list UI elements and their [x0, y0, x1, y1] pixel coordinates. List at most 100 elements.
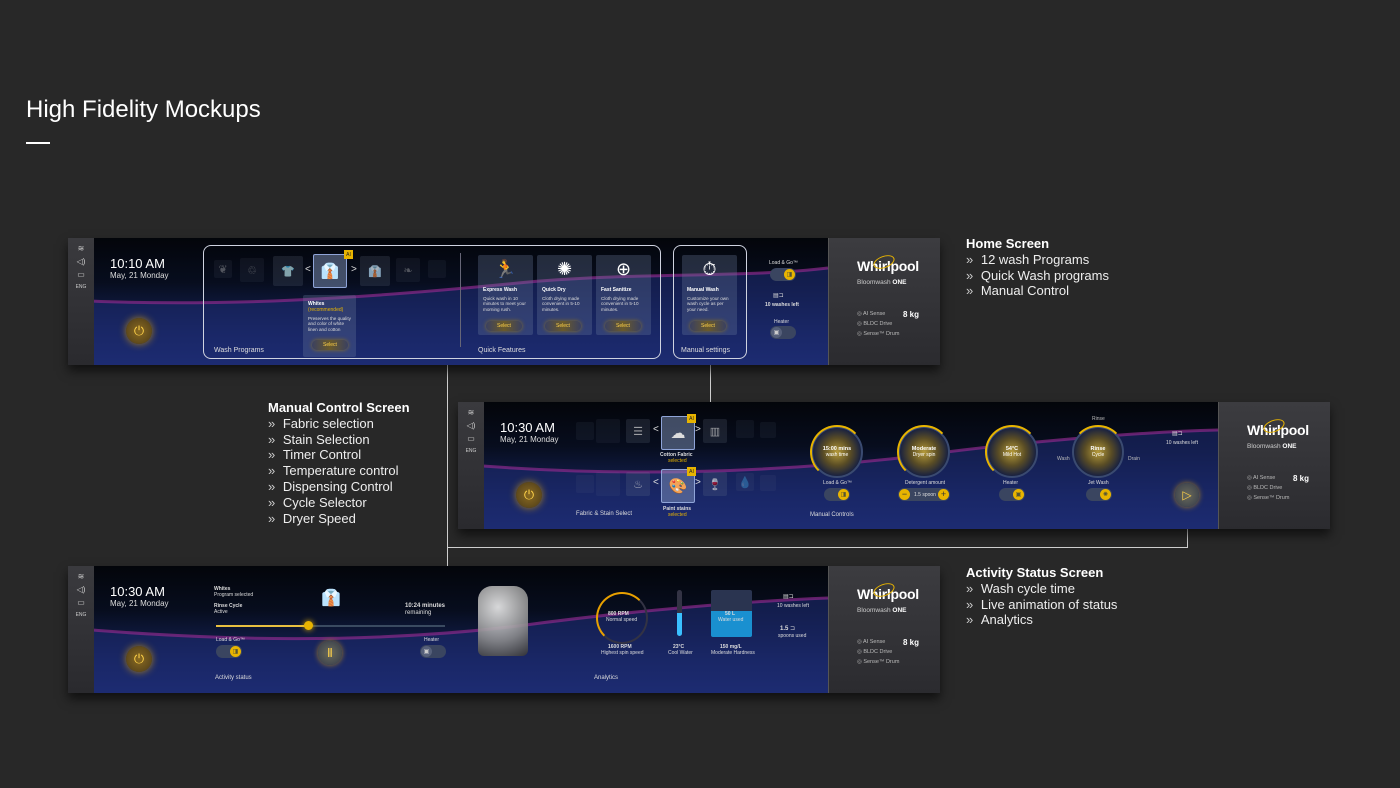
wash-programs-label: Wash Programs	[214, 347, 264, 354]
power-button[interactable]: ⏻	[126, 646, 152, 672]
power-button[interactable]: ⏻	[516, 482, 542, 508]
model-suffix: ONE	[892, 607, 907, 614]
language-label[interactable]: ENG	[466, 447, 477, 456]
thermometer-icon	[677, 590, 682, 636]
brand-panel: Whirlpool Bloomwash ONE ◎ AI Sense ◎ BLD…	[828, 238, 940, 365]
model-suffix: ONE	[892, 279, 907, 286]
chevron-left-icon[interactable]: <	[305, 264, 311, 275]
capacity: 8 kg	[903, 310, 920, 319]
heater-icon: ▣	[1013, 489, 1024, 500]
wifi-icon[interactable]: ≋	[78, 572, 85, 581]
chevron-left-icon[interactable]: <	[653, 477, 659, 488]
stain-tile[interactable]	[760, 475, 776, 491]
fabric-stain-label: Fabric & Stain Select	[576, 511, 633, 517]
note-item: Wash cycle time	[966, 581, 1117, 597]
remaining-sub: remaining	[405, 610, 432, 616]
wifi-icon[interactable]: ≋	[468, 408, 475, 417]
feature-drum: ◎ Sense™ Drum	[857, 659, 900, 665]
temperature-dial[interactable]: 54°C Mild Hot	[985, 425, 1039, 479]
volume-icon[interactable]: ◁)	[77, 257, 86, 266]
select-quick-dry-button[interactable]: Select	[545, 321, 581, 331]
washes-left: 10 washes left	[765, 302, 799, 308]
shirt-animation	[478, 586, 528, 656]
washes-left: 10 washes left	[1166, 440, 1198, 446]
stain-tile[interactable]	[576, 475, 594, 493]
select-manual-wash-button[interactable]: Select	[690, 321, 726, 331]
clock: 10:30 AM	[110, 584, 165, 599]
chevron-right-icon[interactable]: >	[695, 477, 701, 488]
capacity: 8 kg	[903, 638, 920, 647]
heater-toggle[interactable]: ▣	[420, 645, 446, 658]
heater-icon: ▣	[421, 646, 432, 657]
chevron-right-icon[interactable]: >	[695, 424, 701, 435]
language-label[interactable]: ENG	[76, 283, 87, 292]
display-icon[interactable]: ▭	[77, 598, 85, 607]
select-fast-sanitize-button[interactable]: Select	[605, 321, 641, 331]
stain-tile[interactable]: 💧	[736, 473, 754, 491]
fabric-tile[interactable]	[736, 420, 754, 438]
jet-wash-label: Jet Wash	[1088, 480, 1109, 486]
program-tile-whites[interactable]: 👔	[313, 254, 347, 288]
note-item: Timer Control	[268, 447, 410, 463]
wifi-icon[interactable]: ≋	[78, 244, 85, 253]
note-item: 12 wash Programs	[966, 252, 1109, 268]
washes-left: 10 washes left	[777, 603, 809, 609]
card-title: Quick Dry	[542, 287, 566, 293]
program-tile[interactable]	[428, 260, 446, 278]
program-tile[interactable]: 👔	[360, 256, 390, 286]
load-go-toggle[interactable]: ◨	[770, 268, 796, 281]
display-icon[interactable]: ▭	[467, 434, 475, 443]
cycle-selector-dial[interactable]: Rinse Cycle	[1071, 425, 1125, 478]
spoon-icon: ⊐	[790, 626, 796, 632]
feature-ai-sense: ◎ AI Sense	[857, 639, 886, 645]
display-icon[interactable]: ▭	[77, 270, 85, 279]
heater-toggle[interactable]: ▣	[770, 326, 796, 339]
plus-button[interactable]: +	[938, 489, 949, 500]
chevron-left-icon[interactable]: <	[653, 424, 659, 435]
sanitize-icon: ⊕	[615, 259, 632, 279]
fabric-tile[interactable]: ▥	[703, 419, 727, 443]
program-tile[interactable]: ❧	[396, 258, 420, 282]
stain-tile[interactable]: ♨	[626, 472, 650, 496]
page-title: High Fidelity Mockups	[26, 96, 261, 123]
program-tile[interactable]: 👕	[273, 256, 303, 286]
dryer-spin-dial[interactable]: Moderate Dryer spin	[897, 425, 951, 479]
heater-toggle[interactable]: ▣	[999, 488, 1025, 501]
load-go-label: Load & Go™	[216, 637, 245, 643]
stain-tile[interactable]	[596, 472, 620, 496]
start-button[interactable]: ▷	[1175, 483, 1199, 507]
program-sub: Program selected	[214, 592, 254, 598]
minus-button[interactable]: −	[899, 489, 910, 500]
feature-ai-sense: ◎ AI Sense	[857, 311, 886, 317]
volume-icon[interactable]: ◁)	[77, 585, 86, 594]
note-item: Quick Wash programs	[966, 268, 1109, 284]
note-activity: Activity Status Screen Wash cycle timeLi…	[966, 565, 1117, 628]
select-whites-button[interactable]: Select	[312, 340, 348, 350]
select-express-wash-button[interactable]: Select	[486, 321, 522, 331]
load-go-toggle[interactable]: ◨	[216, 645, 242, 658]
volume-icon[interactable]: ◁)	[467, 421, 476, 430]
model-suffix: ONE	[1282, 443, 1297, 450]
wash-time-dial[interactable]: 15:00 mins wash time	[810, 425, 864, 479]
load-go-toggle[interactable]: ◨	[824, 488, 850, 501]
fabric-tile[interactable]	[576, 422, 594, 440]
model-name: Bloomwash ONE	[1247, 443, 1297, 450]
jet-wash-toggle[interactable]: ✺	[1086, 488, 1112, 501]
program-tile[interactable]: ♲	[240, 258, 264, 282]
spoons-used: 1.5 ⊐	[780, 625, 795, 632]
note-heading: Manual Control Screen	[268, 400, 410, 415]
fabric-tile[interactable]	[760, 422, 776, 438]
fabric-tile[interactable]	[596, 419, 620, 443]
progress-handle[interactable]	[303, 621, 313, 630]
detergent-label: Detergent amount	[905, 480, 946, 486]
home-screen: ≋ ◁) ▭ ENG 10:10 AM May, 21 Monday ⏻ ❦ ♲ 👕 …	[68, 238, 940, 365]
feature-label: Sense™ Drum	[863, 659, 900, 665]
chevron-right-icon[interactable]: >	[351, 264, 357, 275]
power-button[interactable]: ⏻	[126, 318, 152, 344]
stain-tile[interactable]: 🍷	[703, 472, 727, 496]
language-label[interactable]: ENG	[76, 611, 87, 620]
note-manual: Manual Control Screen Fabric selectionSt…	[268, 400, 410, 526]
fabric-tile[interactable]: ☰	[626, 419, 650, 443]
program-tile[interactable]: ❦	[214, 260, 232, 278]
pause-button[interactable]: Ⅱ	[318, 641, 342, 665]
